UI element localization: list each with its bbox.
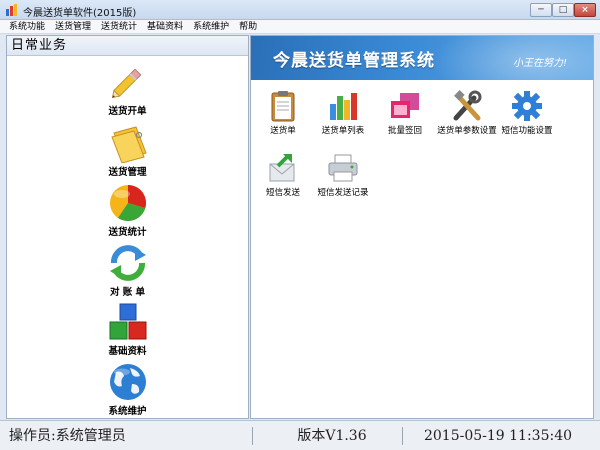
status-bar: 操作员:系统管理员 版本V1.36 2015-05-19 11:35:40 [0,420,600,450]
nav-label: 送货统计 [108,227,147,238]
func-label: 短信功能设置 [501,126,553,136]
menu-help[interactable]: 帮助 [234,20,262,33]
menu-system-maintenance[interactable]: 系统维护 [188,20,234,33]
minimize-button[interactable]: ─ [530,3,552,17]
nav-system-maintenance[interactable]: 系统维护 [7,362,248,417]
daily-business-panel: 日常业务 送货开单 送货管理 送货统计 对 账 单 基础资料 系统维护 [6,35,249,419]
nav-reconciliation[interactable]: 对 账 单 [7,243,248,298]
func-label: 送货单参数设置 [437,126,497,136]
menu-basic-data[interactable]: 基础资料 [142,20,188,33]
status-version: 版本V1.36 [297,428,367,444]
banner-title-reflection: 今晨送货单管理系统 [273,56,435,68]
nav-label: 送货管理 [108,167,147,178]
window-title: 今晨送货单软件(2015版) [23,8,137,19]
title-bar: 今晨送货单软件(2015版) ─ □ × [0,0,600,20]
func-label: 送货单 [270,126,296,136]
gear-icon [512,91,542,121]
printer-icon [328,154,358,182]
func-label: 批量签回 [387,126,422,136]
menu-delivery-management[interactable]: 送货管理 [50,20,96,33]
banner: 今晨送货单管理系统 今晨送货单管理系统 小王在努力! [251,36,593,80]
menu-bar: 系统功能 送货管理 送货统计 基础资料 系统维护 帮助 [0,20,600,34]
nav-create-delivery[interactable]: 送货开单 [7,62,248,117]
func-delivery-list[interactable]: 送货单列表 [311,90,375,136]
func-sms-settings[interactable]: 短信功能设置 [495,90,559,136]
bar-chart-icon [330,93,357,120]
app-icon [6,4,17,16]
close-button[interactable]: × [574,3,596,17]
blocks-icon [109,303,146,340]
func-delivery-note[interactable]: 送货单 [251,90,315,136]
menu-system-functions[interactable]: 系统功能 [4,20,50,33]
func-send-sms[interactable]: 短信发送 [251,152,315,198]
tools-icon [453,90,482,121]
pie-chart-icon [109,185,146,222]
status-operator: 操作员:系统管理员 [9,428,126,444]
func-sms-records[interactable]: 短信发送记录 [311,152,375,198]
menu-delivery-statistics[interactable]: 送货统计 [96,20,142,33]
nav-label: 系统维护 [108,406,147,417]
func-delivery-parameters[interactable]: 送货单参数设置 [435,90,499,136]
maximize-button[interactable]: □ [552,3,574,17]
func-label: 短信发送 [265,188,300,198]
refresh-arrows-icon [109,245,146,281]
nav-delivery-statistics[interactable]: 送货统计 [7,183,248,238]
func-batch-sign-back[interactable]: 批量签回 [373,90,437,136]
nav-label: 对 账 单 [109,287,146,298]
func-label: 送货单列表 [321,126,365,136]
clipboard-icon [271,91,295,122]
stacked-windows-icon [391,93,419,118]
banner-slogan: 小王在努力! [513,58,568,69]
function-panel: 今晨送货单管理系统 今晨送货单管理系统 小王在努力! 送货单 送货单列表 批 [250,35,594,419]
nav-label: 送货开单 [108,106,147,117]
status-datetime: 2015-05-19 11:35:40 [423,428,573,444]
panel-header: 日常业务 [7,36,248,56]
nav-basic-data[interactable]: 基础资料 [7,302,248,357]
folder-tag-icon [110,126,147,163]
envelope-send-icon [269,154,295,182]
pencil-icon [111,68,141,99]
status-separator [402,427,403,445]
func-label: 短信发送记录 [317,188,369,198]
nav-label: 基础资料 [108,346,147,357]
nav-delivery-management[interactable]: 送货管理 [7,123,248,178]
status-separator [252,427,253,445]
globe-icon [109,364,146,400]
